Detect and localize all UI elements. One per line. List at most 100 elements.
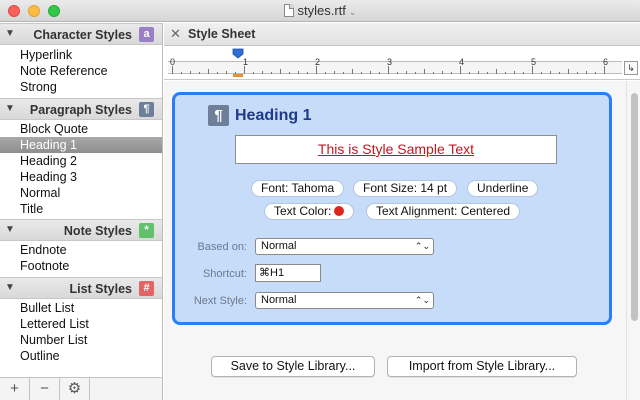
- paragraph-style-icon: ¶: [139, 102, 154, 117]
- ruler-tick: [415, 72, 416, 74]
- font-size-chip[interactable]: Font Size: 14 pt: [353, 180, 458, 197]
- section-title: Character Styles: [33, 28, 132, 42]
- paragraph-icon: ¶: [208, 105, 229, 126]
- ruler-number: 3: [387, 57, 393, 67]
- character-style-icon: a: [139, 27, 154, 42]
- ruler-number: 1: [243, 57, 249, 67]
- based-on-label: Based on:: [197, 241, 247, 253]
- ruler-tick: [181, 72, 182, 74]
- gear-icon[interactable]: ⚙: [60, 378, 90, 400]
- ruler-tick: [289, 72, 290, 74]
- font-chip[interactable]: Font: Tahoma: [251, 180, 345, 197]
- tab-stop-icon[interactable]: ↳: [624, 61, 638, 75]
- window-title-group[interactable]: styles.rtf ⌄: [0, 3, 640, 18]
- text-color-label: Text Color:: [274, 204, 332, 218]
- chevron-down-icon: ⌄: [348, 7, 357, 17]
- ruler-tick: [244, 66, 245, 74]
- scrollbar-thumb[interactable]: [631, 93, 638, 321]
- next-style-select[interactable]: Normal ⌃⌄: [255, 292, 434, 309]
- ruler-tick: [397, 72, 398, 74]
- vertical-scrollbar[interactable]: [626, 81, 640, 400]
- ruler-tick: [262, 71, 263, 74]
- save-to-style-library-button[interactable]: Save to Style Library...: [211, 356, 375, 377]
- underline-chip[interactable]: Underline: [467, 180, 539, 197]
- ruler-tick: [370, 71, 371, 74]
- text-color-swatch: [334, 206, 345, 216]
- sidebar-item-endnote[interactable]: Endnote: [0, 242, 162, 258]
- section-header-character-styles[interactable]: ▼ Character Styles a: [0, 23, 162, 45]
- close-icon[interactable]: ✕: [170, 26, 181, 42]
- ruler-tick: [514, 71, 515, 74]
- title-bar: styles.rtf ⌄: [0, 0, 640, 22]
- ruler-tick: [388, 66, 389, 74]
- sidebar-item-heading-1[interactable]: Heading 1: [0, 137, 162, 153]
- text-color-chip[interactable]: Text Color:: [264, 203, 355, 220]
- ruler-tick: [334, 71, 335, 74]
- ruler-tick: [343, 72, 344, 74]
- panel-title: Style Sheet: [188, 27, 256, 41]
- sidebar-toolbar: + − ⚙: [0, 377, 162, 400]
- ruler-number: 2: [315, 57, 321, 67]
- sidebar-item-lettered-list[interactable]: Lettered List: [0, 316, 162, 332]
- remove-style-button[interactable]: −: [30, 378, 60, 400]
- import-from-style-library-button[interactable]: Import from Style Library...: [387, 356, 577, 377]
- ruler-tick: [307, 72, 308, 74]
- ruler-tick: [604, 66, 605, 74]
- section-header-paragraph-styles[interactable]: ▼ Paragraph Styles ¶: [0, 98, 162, 120]
- ruler-tick: [352, 69, 353, 74]
- style-sidebar: ▼ Character Styles a Hyperlink Note Refe…: [0, 23, 163, 400]
- note-style-icon: *: [139, 223, 154, 238]
- ruler-tick: [226, 71, 227, 74]
- style-sheet-panel: ✕ Style Sheet 0 1 2 3 4 5 6 ↳ ¶ Heading …: [164, 23, 640, 400]
- shortcut-field[interactable]: ⌘H1: [255, 264, 321, 282]
- ruler-tick: [469, 72, 470, 74]
- ruler-tick: [325, 72, 326, 74]
- ruler-tick: [208, 69, 209, 74]
- sidebar-item-block-quote[interactable]: Block Quote: [0, 121, 162, 137]
- style-name[interactable]: Heading 1: [235, 107, 311, 125]
- ruler-tick: [595, 72, 596, 74]
- based-on-value: Normal: [261, 240, 297, 252]
- sidebar-item-strong[interactable]: Strong: [0, 79, 162, 95]
- ruler-tick: [577, 72, 578, 74]
- ruler-tick: [559, 72, 560, 74]
- style-editor-card: ¶ Heading 1 This is Style Sample Text Fo…: [172, 92, 612, 325]
- ruler-tick: [379, 72, 380, 74]
- sidebar-item-normal[interactable]: Normal: [0, 185, 162, 201]
- based-on-select[interactable]: Normal ⌃⌄: [255, 238, 434, 255]
- ruler-tick: [271, 72, 272, 74]
- ruler[interactable]: 0 1 2 3 4 5 6 ↳: [164, 47, 640, 80]
- ruler-tick: [316, 66, 317, 74]
- ruler-number: 0: [170, 57, 176, 67]
- panel-header: ✕ Style Sheet: [164, 23, 640, 46]
- ruler-number: 6: [603, 57, 609, 67]
- sidebar-item-number-list[interactable]: Number List: [0, 332, 162, 348]
- ruler-tick: [586, 71, 587, 74]
- ruler-tick: [442, 71, 443, 74]
- ruler-tick: [550, 71, 551, 74]
- style-editor-area: ¶ Heading 1 This is Style Sample Text Fo…: [164, 81, 626, 400]
- sidebar-item-heading-2[interactable]: Heading 2: [0, 153, 162, 169]
- sidebar-item-footnote[interactable]: Footnote: [0, 258, 162, 274]
- ruler-tick: [541, 72, 542, 74]
- shortcut-label: Shortcut:: [202, 268, 247, 280]
- sidebar-item-title[interactable]: Title: [0, 201, 162, 217]
- ruler-tick: [568, 69, 569, 74]
- sidebar-item-heading-3[interactable]: Heading 3: [0, 169, 162, 185]
- section-title: Note Styles: [63, 224, 132, 238]
- section-header-list-styles[interactable]: ▼ List Styles #: [0, 277, 162, 299]
- sidebar-item-hyperlink[interactable]: Hyperlink: [0, 47, 162, 63]
- text-alignment-chip[interactable]: Text Alignment: Centered: [366, 203, 521, 220]
- ruler-tick: [505, 72, 506, 74]
- sidebar-item-note-reference[interactable]: Note Reference: [0, 63, 162, 79]
- ruler-tick: [361, 72, 362, 74]
- add-style-button[interactable]: +: [0, 378, 30, 400]
- sidebar-item-bullet-list[interactable]: Bullet List: [0, 300, 162, 316]
- ruler-tick: [280, 69, 281, 74]
- ruler-tick: [190, 71, 191, 74]
- section-header-note-styles[interactable]: ▼ Note Styles *: [0, 219, 162, 241]
- ruler-tick: [523, 72, 524, 74]
- sidebar-item-outline[interactable]: Outline: [0, 348, 162, 364]
- ruler-tick: [496, 69, 497, 74]
- style-sample-text: This is Style Sample Text: [235, 135, 557, 164]
